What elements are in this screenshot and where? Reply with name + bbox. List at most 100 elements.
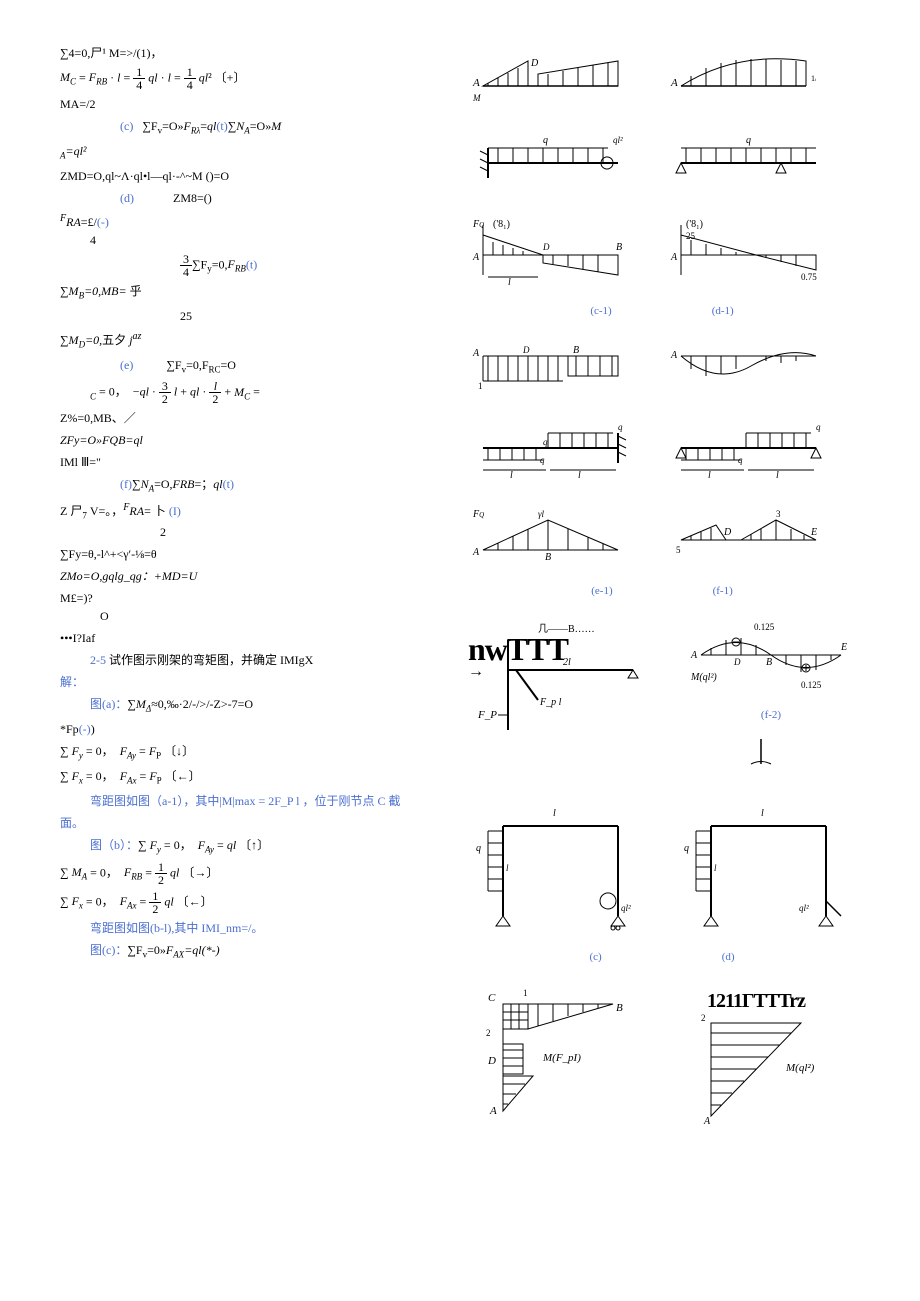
svg-text:D: D <box>522 345 530 355</box>
diagram-f2-sine: 0.125 A D B E 0.125 M(ql²) (f-2) <box>686 620 856 779</box>
svg-text:q: q <box>746 135 751 146</box>
svg-text:q: q <box>618 422 623 432</box>
equation: ∑ Fx = 0， FAx = 12 ql 〔←〕 <box>60 890 444 915</box>
svg-text:M(F_pI): M(F_pI) <box>542 1052 581 1064</box>
svg-text:q: q <box>738 455 743 465</box>
svg-text:B: B <box>616 242 622 253</box>
diagram-frame-d: l q ql² l <box>676 801 846 936</box>
diagram-c-beam: q ql² <box>468 133 628 193</box>
diagram-c1-shear: FQ ('8₁) A D B l <box>468 215 628 290</box>
svg-text:l: l <box>776 470 779 478</box>
figure-label: (d-1) <box>712 303 734 320</box>
equation: ∑ MA = 0， FRB = 12 ql 〔→〕 <box>60 861 444 886</box>
svg-text:2: 2 <box>486 1028 491 1038</box>
equation: •••I?Iaf <box>60 629 444 647</box>
svg-text:D: D <box>542 242 550 252</box>
svg-text:B: B <box>573 345 579 356</box>
svg-text:F_p l: F_p l <box>539 697 562 708</box>
svg-text:2: 2 <box>701 1013 706 1023</box>
svg-text:D: D <box>530 58 539 69</box>
diagram-f1-shear: 3 D E 5 <box>666 505 826 570</box>
svg-text:l: l <box>506 863 509 873</box>
diagram-c-load: A D M <box>468 46 628 111</box>
equation: IMl Ⅲ=" <box>60 453 444 471</box>
svg-text:E: E <box>840 642 847 653</box>
equation: ∑4=0,尸¹ M=>/(1)， <box>60 44 444 62</box>
svg-text:A: A <box>670 77 678 89</box>
equation: 图(c)：∑Fv=0»FAX=ql(*-) <box>60 941 444 962</box>
diagram-f-beam: q q l l <box>666 418 826 483</box>
svg-text:ql²: ql² <box>621 903 631 913</box>
svg-text:D: D <box>723 527 732 538</box>
svg-text:C: C <box>488 992 496 1004</box>
text: 弯距图如图(b-l),其中 IMI_nm=/。 <box>60 919 444 937</box>
figure-label: (c) <box>589 949 601 966</box>
figure-label: (e-1) <box>591 583 612 600</box>
svg-text:0.75: 0.75 <box>801 272 817 282</box>
svg-text:('8₁): ('8₁) <box>686 219 703 230</box>
svg-text:FQ: FQ <box>472 509 484 520</box>
text: 面。 <box>60 814 444 832</box>
equation: C = 0， −ql · 32 l + ql · l2 + MC = <box>60 380 444 405</box>
svg-text:A: A <box>489 1105 497 1116</box>
equation: ∑MB=0,MB= 乎 <box>60 282 444 303</box>
equation: ZMo=O,gqlg_qg：+MD=U <box>60 567 444 585</box>
svg-text:A: A <box>472 252 480 263</box>
svg-text:25: 25 <box>686 231 696 241</box>
equation: (e) ∑Fv=0,FRC=O <box>60 356 444 377</box>
equation: (c) ∑Fv=O»FRλ=ql(t)∑NA=O»M <box>60 117 444 138</box>
svg-text:A: A <box>703 1116 711 1126</box>
svg-text:q: q <box>543 437 548 447</box>
equation: (f)∑NA=O,FRB=；ql(t) <box>60 475 444 496</box>
equation: ZMD=O,ql~Λ·ql•l—ql·-^~M ()=O <box>60 167 444 185</box>
diagram-mql2: 1211ГТТTrz 2 M(ql²) A <box>676 986 836 1131</box>
equation: 图（b）：∑ Fy = 0， FAy = ql 〔↑〕 <box>60 836 444 857</box>
equation: Z 尸7 V=。，FRA= 卜 (I)2 <box>60 500 444 541</box>
svg-text:('8₁): ('8₁) <box>493 219 510 230</box>
svg-text:q: q <box>684 843 689 854</box>
equation: ∑MD=0,五夕 jaz <box>60 329 444 352</box>
svg-text:0.125: 0.125 <box>801 680 822 690</box>
svg-text:0.125: 0.125 <box>754 622 775 632</box>
diagram-e1-shear: FQ γl A B <box>468 505 628 570</box>
svg-text:1: 1 <box>523 988 528 998</box>
figure-label: (f-2) <box>686 707 856 724</box>
diagram-frame-c: l q ql² l <box>468 801 638 936</box>
svg-text:A: A <box>690 650 698 661</box>
svg-text:l: l <box>714 863 717 873</box>
svg-text:l: l <box>510 470 513 478</box>
figure-label: (d) <box>722 949 735 966</box>
equation: *Fp(-)) <box>60 720 444 738</box>
svg-text:M: M <box>472 93 481 103</box>
text: O <box>60 609 109 623</box>
svg-text:3: 3 <box>776 509 781 519</box>
svg-text:ql²: ql² <box>799 903 809 913</box>
svg-text:A: A <box>472 77 480 89</box>
svg-text:γl: γl <box>538 509 545 519</box>
svg-text:q: q <box>816 422 821 432</box>
svg-text:M(ql²): M(ql²) <box>785 1062 815 1074</box>
equation: ZFy=O»FQB=ql <box>60 431 444 449</box>
problem-title: 2-5 试作图示刚架的弯矩图，并确定 IMIgX <box>60 651 444 669</box>
svg-text:FQ: FQ <box>472 219 484 230</box>
equation: MA=/2 <box>60 95 444 113</box>
svg-text:A: A <box>670 350 678 361</box>
equation: M£=)?O <box>60 589 444 625</box>
diagram-e-beam: q q q l l <box>468 418 628 483</box>
equation: Z%=0,MB、／ <box>60 409 444 427</box>
number: 2 <box>60 525 166 539</box>
svg-text:1: 1 <box>478 381 483 391</box>
svg-text:5: 5 <box>676 545 681 555</box>
svg-text:l: l <box>578 470 581 478</box>
diagram-mfpi: C 1 B 2 D A M(F_pI) <box>468 986 638 1131</box>
svg-text:B: B <box>545 552 551 563</box>
svg-text:l: l <box>708 470 711 478</box>
svg-text:D: D <box>733 657 741 667</box>
diagram-f-moment: A <box>666 341 826 396</box>
equation: FRA=£/(-) 4 <box>60 211 444 249</box>
svg-text:B: B <box>766 657 772 668</box>
diagram-e-moment: A D B 1 <box>468 341 628 396</box>
diagram-d-beam: q <box>666 133 826 193</box>
equation: MC = FRB · l = 14 ql · l = 14 ql² 〔+〕 <box>60 66 444 91</box>
svg-text:q: q <box>476 843 481 854</box>
